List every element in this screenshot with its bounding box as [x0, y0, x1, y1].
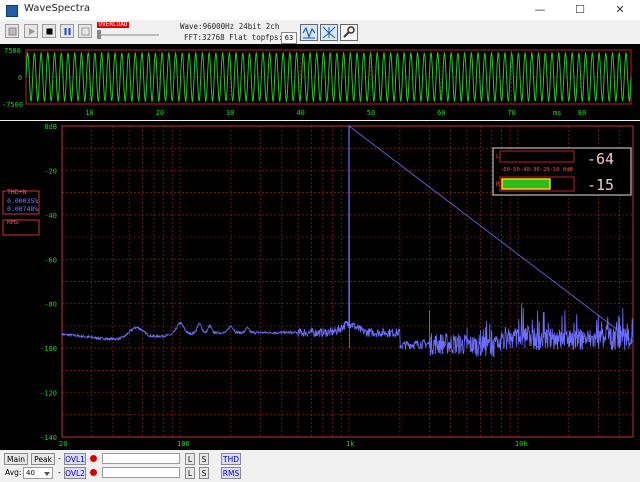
ovl2-indicator: OVL2: [64, 467, 86, 479]
waveform-panel: 7500 0 -7500 10 20 30 40 50 60 70 80 ms: [0, 44, 640, 120]
thd-button[interactable]: THD: [221, 453, 241, 465]
spectrum-ylabel: -60: [44, 256, 57, 264]
stop-button[interactable]: [42, 24, 56, 38]
maximize-button[interactable]: ☐: [560, 0, 600, 20]
open-file-button[interactable]: [5, 24, 19, 38]
ovl2-dash: -: [58, 468, 61, 477]
overload-indicator: OVERLOAD: [97, 21, 129, 28]
pause-button[interactable]: [60, 24, 74, 38]
spectrum-panel: 0dB -20 -40 -60 -80 -100 -120 -140 20 100 1k 10k T…: [0, 121, 640, 450]
window-title: WaveSpectra: [24, 3, 90, 14]
l1-button[interactable]: L: [185, 453, 195, 465]
record-button[interactable]: [78, 24, 92, 38]
pause-icon: [64, 28, 71, 35]
meter-r-bar: [501, 178, 551, 190]
meter-l-value: -64: [587, 150, 614, 168]
waveform-plot: 7500 0 -7500 10 20 30 40 50 60 70 80 ms: [2, 47, 632, 117]
wave-xtick: 50: [367, 109, 375, 117]
avg-label: Avg:: [5, 468, 22, 477]
spectrum-ylabel: 0dB: [44, 123, 57, 131]
play-icon: [29, 28, 35, 35]
meter-l-label: L: [496, 153, 500, 160]
spectrum-xlabel: 20: [59, 440, 67, 448]
chevron-down-icon: [44, 472, 50, 476]
thd-readout: THD+N 0.00035% 0.00748%: [2, 188, 40, 215]
spectrum-ylabel: -40: [44, 212, 57, 220]
fft-info: FFT:32768 Flat top: [184, 33, 266, 42]
wave-unit: ms: [553, 109, 561, 117]
wave-xtick: 10: [85, 109, 93, 117]
spectrum-plot: 0dB -20 -40 -60 -80 -100 -120 -140 20 100 1k 10k T…: [2, 123, 634, 448]
spectrum-xlabel: 100: [177, 440, 190, 448]
rms-readout: RMS: [2, 218, 40, 236]
waveform-trace: [25, 51, 632, 103]
close-button[interactable]: ✕: [600, 0, 640, 20]
spectrum-xlabel: 10k: [515, 440, 528, 448]
ovl1-led: [90, 455, 97, 462]
spectrum-ylabel: -100: [40, 345, 57, 353]
wave-ylabel-zero: 0: [18, 74, 22, 82]
wave-ylabel-top: 7500: [4, 47, 21, 55]
thd-value-r: 0.00748%: [7, 205, 38, 213]
wave-xtick: 30: [226, 109, 234, 117]
file-icon: [8, 27, 17, 36]
fps-value: 63: [281, 32, 297, 44]
spectrum-icon: [322, 26, 336, 39]
wave-xtick: 80: [578, 109, 586, 117]
settings-button[interactable]: [340, 24, 358, 41]
spectrum-ylabel: -80: [44, 301, 57, 309]
title-bar: WaveSpectra — ☐ ✕: [0, 0, 640, 21]
status-bar: Main Peak - OVL1 L S THD Avg: 40 - OVL2 …: [0, 450, 640, 482]
wave-xtick: 70: [507, 109, 515, 117]
peak-button[interactable]: Peak: [31, 453, 55, 465]
ovl2-led: [90, 469, 97, 476]
record-icon: [81, 27, 90, 36]
spectrum-xlabel: 1k: [346, 440, 355, 448]
ovl2-field[interactable]: [102, 467, 180, 478]
wrench-icon: [343, 26, 355, 38]
level-slider-track: [97, 34, 159, 36]
level-meter: L -60-50-40-30-20-10 0dB R -64 -15: [492, 147, 632, 196]
app-icon: [6, 5, 18, 17]
minimize-button[interactable]: —: [520, 0, 560, 20]
meter-scale: -60-50-40-30-20-10 0dB: [500, 167, 574, 173]
avg-value: 40: [26, 469, 35, 477]
thd-label: THD+N: [7, 188, 27, 196]
ovl1-indicator: OVL1: [64, 453, 86, 465]
wave-xtick: 40: [296, 109, 304, 117]
spectrum-ylabel: -120: [40, 390, 57, 398]
ovl1-field[interactable]: [102, 453, 180, 464]
play-button[interactable]: [24, 24, 38, 38]
wave-ylabel-bottom: -7500: [2, 101, 23, 109]
s2-button[interactable]: S: [199, 467, 209, 479]
main-button[interactable]: Main: [4, 453, 28, 465]
rms-button[interactable]: RMS: [221, 467, 241, 479]
l2-button[interactable]: L: [185, 467, 195, 479]
meter-r-label: R: [496, 181, 500, 188]
spectrum-ylabel: -20: [44, 167, 57, 175]
waveform-icon: [302, 26, 316, 39]
meter-r-value: -15: [587, 176, 614, 194]
rms-label: RMS: [7, 218, 19, 226]
spectrum-ylabel: -140: [40, 434, 57, 442]
wave-xtick: 60: [437, 109, 445, 117]
ovl1-dash: -: [58, 454, 61, 463]
spectrum-view-button[interactable]: [320, 24, 338, 41]
avg-select[interactable]: 40: [23, 467, 53, 479]
wave-view-button[interactable]: [300, 24, 318, 41]
wave-xtick: 20: [156, 109, 164, 117]
level-slider[interactable]: [97, 30, 101, 39]
s1-button[interactable]: S: [199, 453, 209, 465]
stop-icon: [46, 28, 53, 35]
wave-info: Wave:96000Hz 24bit 2ch: [180, 22, 280, 31]
thd-value-l: 0.00035%: [7, 197, 38, 205]
